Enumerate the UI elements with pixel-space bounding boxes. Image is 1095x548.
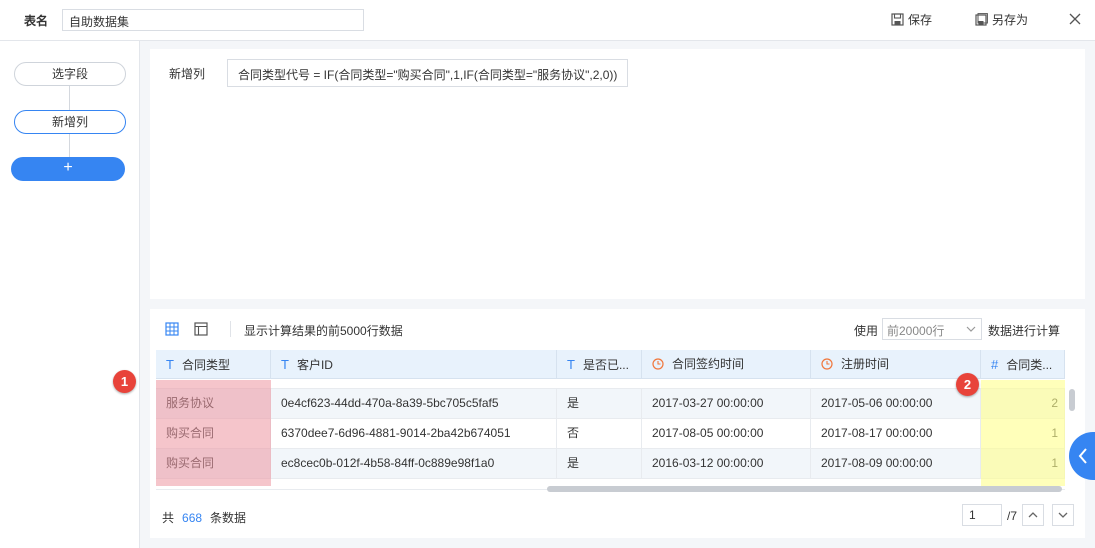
add-step-button[interactable]: + [11, 157, 125, 181]
row-limit-value: 前20000行 [887, 324, 945, 338]
formula-label: 新增列 [169, 67, 206, 81]
table-cell: 是 [557, 449, 642, 479]
table-row[interactable]: 购买合同 ec8cec0b-012f-4b58-84ff-0c889e98f1a… [156, 449, 1065, 479]
preview-hint: 显示计算结果的前5000行数据 [244, 324, 403, 338]
table-header: T 合同类型 T 客户ID T 是否已... 合同签约时间 注册时间 # 合同类... [156, 350, 1065, 379]
table-cell: 1 [981, 449, 1065, 479]
column-name: 客户ID [296, 358, 333, 372]
clock-icon [821, 358, 833, 370]
column-header[interactable]: T 是否已... [557, 350, 642, 379]
clock-icon [652, 358, 664, 370]
table-row[interactable]: 购买合同 6370dee7-6d96-4881-9014-2ba42b67405… [156, 419, 1065, 449]
table-cell: 6370dee7-6d96-4881-9014-2ba42b674051 [271, 419, 557, 449]
column-header[interactable]: T 客户ID [271, 350, 557, 379]
next-page-button[interactable] [1052, 504, 1074, 526]
table-cell: 是 [557, 389, 642, 419]
total-number: 668 [182, 511, 203, 525]
table-cell: 2016-03-12 00:00:00 [642, 449, 811, 479]
step-select-fields[interactable]: 选字段 [14, 62, 126, 86]
chevron-left-icon [1078, 448, 1087, 464]
toolbar-divider [230, 321, 231, 337]
top-bar: 表名 自助数据集 保存 另存为 [0, 0, 1095, 41]
table-cell: 2017-08-05 00:00:00 [642, 419, 811, 449]
save-as-label: 另存为 [992, 13, 1029, 27]
steps-panel: 选字段 新增列 + [0, 41, 140, 548]
total-suffix: 条数据 [210, 511, 247, 525]
close-icon[interactable] [1067, 11, 1083, 27]
formula-expression[interactable]: 合同类型代号 = IF(合同类型="购买合同",1,IF(合同类型="服务协议"… [227, 59, 629, 87]
prev-page-button[interactable] [1022, 504, 1044, 526]
page-number-input[interactable]: 1 [962, 504, 1002, 526]
table-row[interactable]: 服务协议 0e4cf623-44dd-470a-8a39-5bc705c5faf… [156, 389, 1065, 419]
table-row-partial [156, 379, 1065, 389]
table-cell: 2017-05-06 00:00:00 [811, 389, 981, 419]
save-icon [891, 13, 904, 26]
total-prefix: 共 [162, 511, 175, 525]
table-cell: ec8cec0b-012f-4b58-84ff-0c889e98f1a0 [271, 449, 557, 479]
column-header[interactable]: 注册时间 [811, 350, 981, 379]
table-name-label: 表名 [24, 14, 49, 28]
data-preview-panel: 显示计算结果的前5000行数据 使用 前20000行 数据进行计算 T 合同类型 … [150, 309, 1085, 538]
data-table: T 合同类型 T 客户ID T 是否已... 合同签约时间 注册时间 # 合同类... … [156, 350, 1065, 490]
chevron-down-icon [966, 326, 976, 332]
column-name: 注册时间 [841, 357, 890, 371]
annotation-badge: 2 [956, 373, 979, 396]
annotation-badge: 1 [113, 370, 136, 393]
use-label: 使用 [854, 324, 879, 338]
vertical-scrollbar[interactable] [1069, 389, 1075, 411]
save-as-button[interactable]: 另存为 [975, 11, 1028, 28]
column-name: 合同类型 [181, 358, 230, 372]
text-type-icon: T [567, 357, 575, 372]
column-name: 合同签约时间 [672, 357, 745, 371]
table-cell: 1 [981, 419, 1065, 449]
save-label: 保存 [908, 13, 933, 27]
table-cell: 2 [981, 389, 1065, 419]
text-type-icon: T [166, 357, 174, 372]
text-type-icon: T [281, 357, 289, 372]
save-button[interactable]: 保存 [891, 11, 932, 28]
column-header[interactable]: T 合同类型 [156, 350, 271, 379]
table-cell: 服务协议 [156, 389, 271, 419]
column-header[interactable]: # 合同类... [981, 350, 1065, 379]
table-cell: 购买合同 [156, 419, 271, 449]
column-name: 合同类... [1006, 358, 1053, 372]
total-count: 共 668 条数据 [162, 509, 246, 526]
layout-view-icon[interactable] [194, 322, 208, 336]
table-cell: 2017-03-27 00:00:00 [642, 389, 811, 419]
page-total: /7 [1007, 509, 1018, 523]
chevron-down-icon [1058, 512, 1068, 518]
save-as-icon [975, 13, 988, 26]
table-cell: 2017-08-17 00:00:00 [811, 419, 981, 449]
row-limit-select[interactable]: 前20000行 [882, 318, 982, 340]
table-name-input[interactable]: 自助数据集 [62, 9, 364, 31]
table-cell: 购买合同 [156, 449, 271, 479]
table-cell: 0e4cf623-44dd-470a-8a39-5bc705c5faf5 [271, 389, 557, 419]
table-cell: 2017-08-09 00:00:00 [811, 449, 981, 479]
formula-panel: 新增列 合同类型代号 = IF(合同类型="购买合同",1,IF(合同类型="服… [150, 49, 1085, 299]
grid-view-icon[interactable] [165, 322, 179, 336]
table-cell: 否 [557, 419, 642, 449]
chevron-up-icon [1028, 512, 1038, 518]
horizontal-scrollbar[interactable] [547, 486, 1062, 492]
step-add-column[interactable]: 新增列 [14, 110, 126, 134]
calc-label: 数据进行计算 [988, 324, 1061, 338]
number-type-icon: # [991, 357, 999, 372]
column-header[interactable]: 合同签约时间 [642, 350, 811, 379]
column-name: 是否已... [582, 358, 629, 372]
